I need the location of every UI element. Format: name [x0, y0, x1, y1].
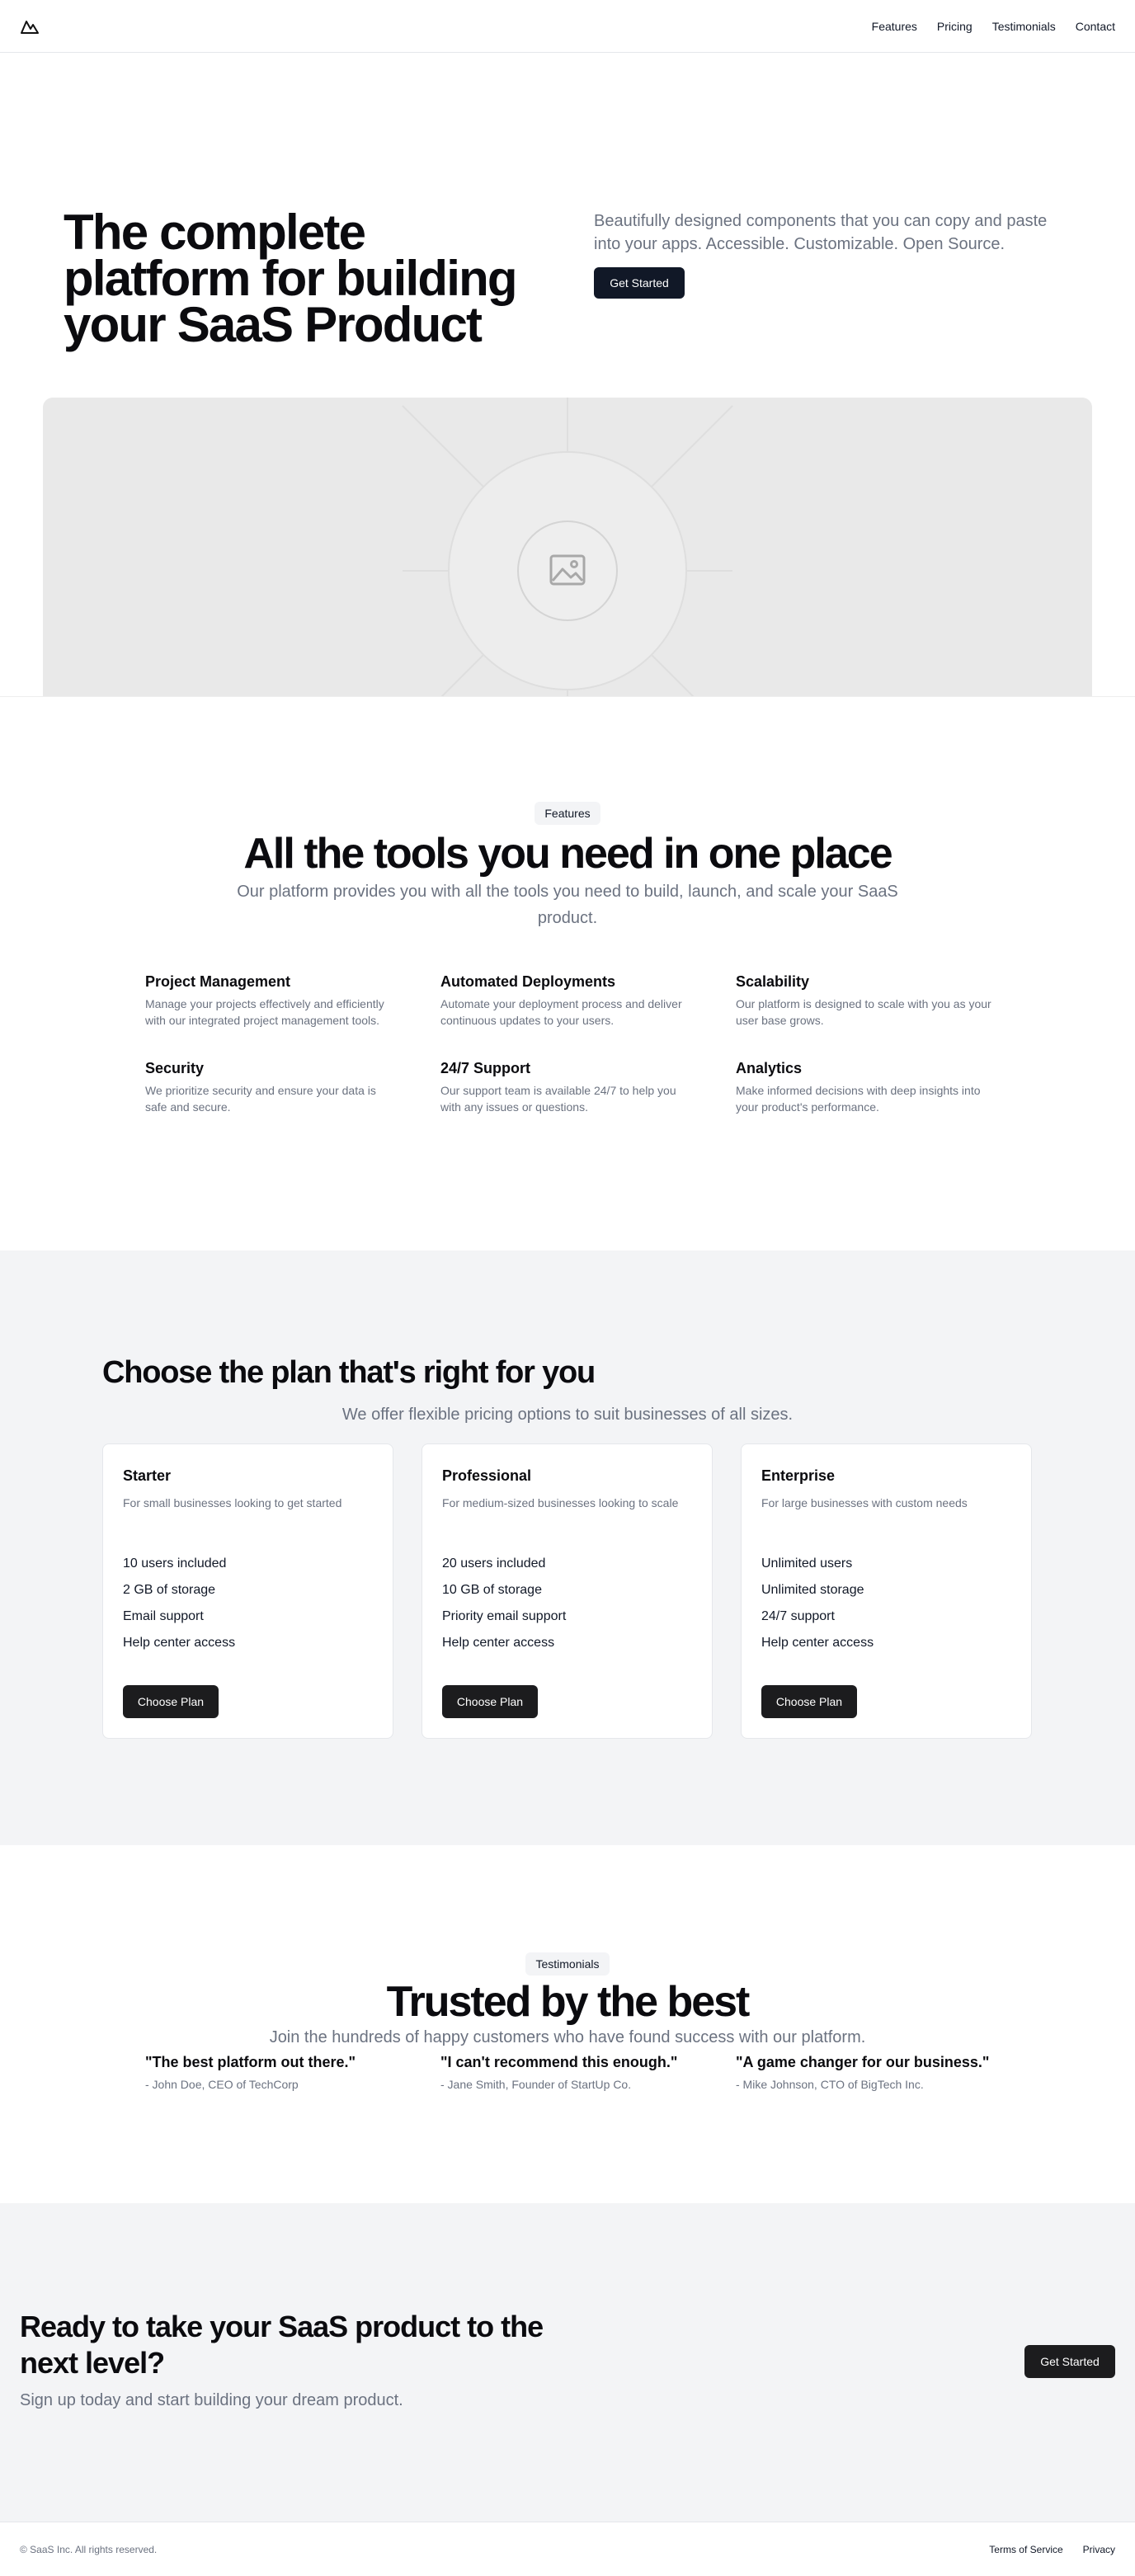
features-subtitle: Our platform provides you with all the t… [237, 883, 898, 927]
feature-description: We prioritize security and ensure your d… [145, 1084, 376, 1114]
nav-link-testimonials[interactable]: Testimonials [992, 20, 1056, 33]
feature-item: Project Management Manage your projects … [145, 973, 440, 1029]
cta-subtitle: Sign up today and start building your dr… [20, 2391, 403, 2409]
feature-description: Make informed decisions with deep insigh… [736, 1084, 981, 1114]
feature-item: Security We prioritize security and ensu… [145, 1060, 440, 1115]
hero-title: The complete platform for building your … [64, 205, 518, 352]
hero-section: The complete platform for building your … [0, 53, 1135, 697]
pricing-plans: Starter For small businesses looking to … [102, 1443, 1032, 1739]
site-header: Features Pricing Testimonials Contact [0, 0, 1135, 53]
testimonials-section: Testimonials Trusted by the best Join th… [0, 1845, 1135, 2203]
hero-right-column: Beautifully designed components that you… [594, 210, 1048, 299]
feature-item: Analytics Make informed decisions with d… [736, 1060, 990, 1115]
plan-feature: Help center access [123, 1636, 236, 1650]
features-section: Features All the tools you need in one p… [0, 696, 1135, 1250]
testimonial-item: "A game changer for our business." - Mik… [736, 2054, 1031, 2091]
choose-plan-button-enterprise[interactable]: Choose Plan [761, 1685, 857, 1718]
plan-feature-list: Unlimited users Unlimited storage 24/7 s… [761, 1551, 1011, 1656]
cta-title: Ready to take your SaaS product to the n… [20, 2310, 544, 2380]
plan-feature-list: 10 users included 2 GB of storage Email … [123, 1551, 373, 1656]
plan-description: For medium-sized businesses looking to s… [442, 1496, 679, 1509]
testimonial-quote: "A game changer for our business." [736, 2054, 990, 2070]
plan-feature: Unlimited users [761, 1556, 853, 1571]
copyright-text: © SaaS Inc. All rights reserved. [20, 2543, 158, 2555]
testimonial-item: "The best platform out there." - John Do… [145, 2054, 440, 2091]
feature-description: Our platform is designed to scale with y… [736, 997, 991, 1027]
feature-title: Project Management [145, 973, 291, 990]
logo-link[interactable] [20, 16, 40, 36]
plan-card-professional: Professional For medium-sized businesses… [422, 1443, 713, 1739]
plan-name: Professional [442, 1467, 532, 1484]
feature-description: Manage your projects effectively and eff… [145, 997, 384, 1027]
feature-title: 24/7 Support [440, 1060, 531, 1076]
features-badge: Features [535, 802, 600, 825]
pricing-section: Choose the plan that's right for you We … [0, 1250, 1135, 1845]
pricing-subtitle: We offer flexible pricing options to sui… [341, 1406, 794, 1424]
hero-get-started-button[interactable]: Get Started [594, 267, 685, 299]
feature-item: Automated Deployments Automate your depl… [440, 973, 736, 1029]
nav-link-contact[interactable]: Contact [1076, 20, 1115, 33]
feature-title: Security [145, 1060, 205, 1076]
features-grid: Project Management Manage your projects … [145, 973, 991, 1115]
plan-card-enterprise: Enterprise For large businesses with cus… [741, 1443, 1032, 1739]
features-title: All the tools you need in one place [243, 830, 892, 878]
testimonial-author: - Jane Smith, Founder of StartUp Co. [440, 2078, 632, 2091]
testimonials-title: Trusted by the best [386, 1978, 751, 2026]
feature-title: Automated Deployments [440, 973, 616, 990]
plan-feature: 2 GB of storage [123, 1583, 216, 1597]
footer-link-terms[interactable]: Terms of Service [989, 2544, 1062, 2555]
plan-description: For small businesses looking to get star… [123, 1496, 342, 1509]
cta-section: Ready to take your SaaS product to the n… [0, 2203, 1135, 2522]
feature-title: Scalability [736, 973, 810, 990]
plan-feature: Email support [123, 1609, 204, 1623]
nav-link-features[interactable]: Features [872, 20, 917, 33]
site-footer: © SaaS Inc. All rights reserved. Terms o… [0, 2522, 1135, 2576]
plan-feature: 24/7 support [761, 1609, 835, 1623]
plan-feature: Unlimited storage [761, 1583, 864, 1597]
footer-link-privacy[interactable]: Privacy [1083, 2544, 1115, 2555]
nav-link-pricing[interactable]: Pricing [937, 20, 973, 33]
testimonials-grid: "The best platform out there." - John Do… [145, 2054, 1031, 2091]
mountain-logo-icon [21, 20, 39, 34]
feature-description: Automate your deployment process and del… [440, 997, 682, 1027]
plan-feature: Help center access [442, 1636, 555, 1650]
plan-description: For large businesses with custom needs [761, 1496, 968, 1509]
testimonial-quote: "I can't recommend this enough." [440, 2054, 678, 2070]
plan-name: Enterprise [761, 1467, 836, 1484]
choose-plan-button-professional[interactable]: Choose Plan [442, 1685, 538, 1718]
plan-name: Starter [123, 1467, 172, 1484]
pricing-title: Choose the plan that's right for you [102, 1355, 596, 1390]
choose-plan-button-starter[interactable]: Choose Plan [123, 1685, 219, 1718]
feature-item: 24/7 Support Our support team is availab… [440, 1060, 736, 1115]
footer-links: Terms of Service Privacy [989, 2544, 1115, 2555]
testimonial-quote: "The best platform out there." [145, 2054, 356, 2070]
plan-feature: 20 users included [442, 1556, 546, 1571]
plan-feature: 10 GB of storage [442, 1583, 542, 1597]
feature-description: Our support team is available 24/7 to he… [440, 1084, 676, 1114]
testimonial-author: - Mike Johnson, CTO of BigTech Inc. [736, 2078, 924, 2091]
plan-card-starter: Starter For small businesses looking to … [102, 1443, 393, 1739]
cta-get-started-button[interactable]: Get Started [1024, 2345, 1115, 2378]
plan-feature-list: 20 users included 10 GB of storage Prior… [442, 1551, 692, 1656]
hero-subtitle: Beautifully designed components that you… [594, 212, 1048, 253]
plan-feature: Priority email support [442, 1609, 567, 1623]
main-nav: Features Pricing Testimonials Contact [872, 20, 1115, 33]
hero-image-placeholder [43, 398, 1092, 697]
feature-item: Scalability Our platform is designed to … [736, 973, 991, 1029]
plan-feature: 10 users included [123, 1556, 227, 1571]
testimonials-badge: Testimonials [525, 1952, 610, 1976]
testimonial-author: - John Doe, CEO of TechCorp [145, 2078, 299, 2091]
placeholder-graphic [402, 398, 733, 697]
testimonial-item: "I can't recommend this enough." - Jane … [440, 2054, 736, 2091]
plan-feature: Help center access [761, 1636, 874, 1650]
testimonials-subtitle: Join the hundreds of happy customers who… [269, 2028, 866, 2046]
feature-title: Analytics [736, 1060, 803, 1076]
